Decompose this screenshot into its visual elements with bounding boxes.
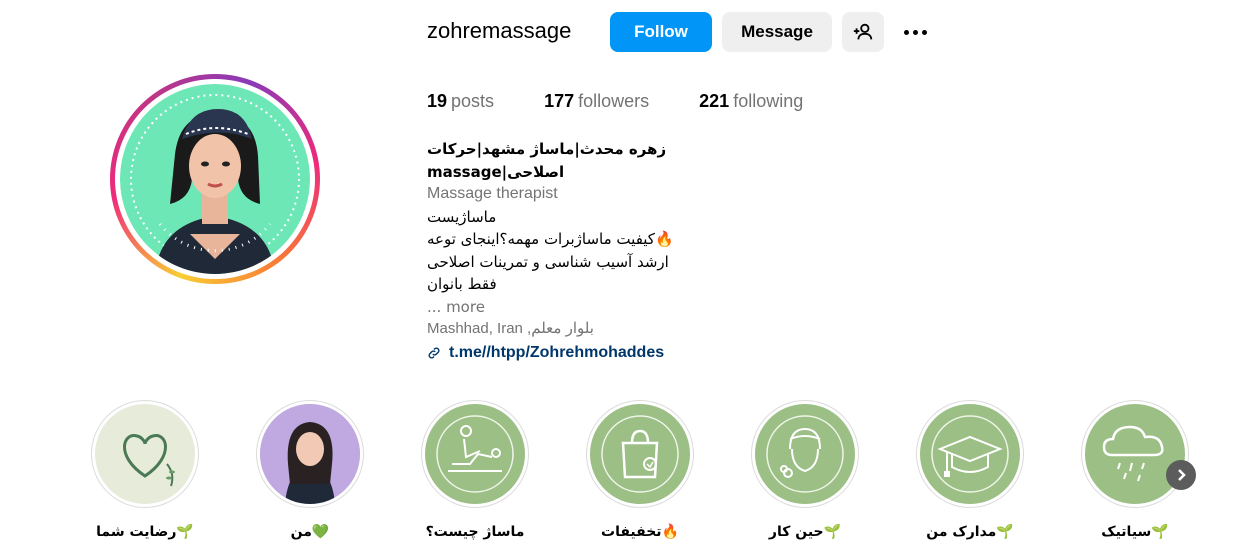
highlight-item[interactable]: 🔥تخفیفات — [585, 400, 695, 540]
bio-name: زهره محدث|ماساژ مشهد|حرکات اصلاحی|massag… — [427, 140, 667, 181]
highlight-label: 🌱رضایت شما — [96, 524, 194, 540]
highlight-label: 🌱حین کار — [768, 524, 842, 540]
message-button[interactable]: Message — [722, 12, 832, 52]
face-towel-icon — [766, 415, 844, 493]
shopping-bag-icon — [601, 415, 679, 493]
graduation-cap-icon — [931, 415, 1009, 493]
chevron-right-icon — [1178, 469, 1186, 481]
bio-location: Mashhad, Iran ,بلوار معلم — [427, 320, 594, 337]
story-highlights: 🌱رضایت شما 💚من ماساژ چیست؟ 🔥تخفیفات 🌱حین… — [90, 400, 1200, 555]
bio-external-link[interactable]: t.me//htpp/Zohrehmohaddes — [427, 342, 807, 365]
profile-bio: زهره محدث|ماساژ مشهد|حرکات اصلاحی|massag… — [427, 138, 807, 364]
add-user-icon — [853, 23, 873, 40]
highlight-item[interactable]: 💚من — [255, 400, 365, 540]
highlight-label: 🔥تخفیفات — [601, 524, 679, 540]
posts-stat: 19 posts — [427, 91, 495, 111]
highlight-label: ماساژ چیست؟ — [425, 524, 525, 540]
follow-button[interactable]: Follow — [610, 12, 712, 52]
profile-stats: 19 posts 177 followers 221 following — [427, 91, 853, 112]
followers-stat[interactable]: 177 followers — [544, 91, 649, 112]
highlight-item[interactable]: 🌱رضایت شما — [90, 400, 200, 540]
highlight-item[interactable]: 🌱مدارک من — [915, 400, 1025, 540]
highlight-item[interactable]: ماساژ چیست؟ — [420, 400, 530, 540]
highlight-item[interactable]: 🌱حین کار — [750, 400, 860, 540]
bio-category: Massage therapist — [427, 185, 558, 202]
highlight-label: 🌱سیاتیک — [1101, 524, 1169, 540]
bio-line: ماساژیست — [427, 207, 497, 226]
bio-line: 🔥کیفیت ماساژبرات مهمه؟اینجای توعه — [427, 230, 674, 248]
highlight-label: 🌱مدارک من — [926, 524, 1014, 540]
heart-icon — [123, 434, 175, 487]
bio-line: فقط بانوان — [427, 275, 497, 293]
profile-avatar[interactable] — [110, 74, 320, 284]
following-stat[interactable]: 221 following — [699, 91, 803, 112]
avatar-image — [120, 84, 310, 274]
more-options-button[interactable] — [898, 18, 932, 46]
bio-more-link[interactable]: ... more — [427, 296, 807, 319]
bio-line: ارشد آسیب شناسی و تمرینات اصلاحی — [427, 252, 669, 271]
more-icon — [903, 29, 909, 35]
massage-icon — [436, 415, 514, 493]
highlights-next-button[interactable] — [1166, 460, 1196, 490]
profile-username: zohremassage — [427, 18, 572, 43]
link-icon — [428, 347, 440, 359]
add-user-button[interactable] — [842, 12, 884, 52]
highlight-label: 💚من — [290, 524, 330, 540]
rain-cloud-icon — [1102, 425, 1164, 482]
person-photo — [260, 404, 360, 504]
